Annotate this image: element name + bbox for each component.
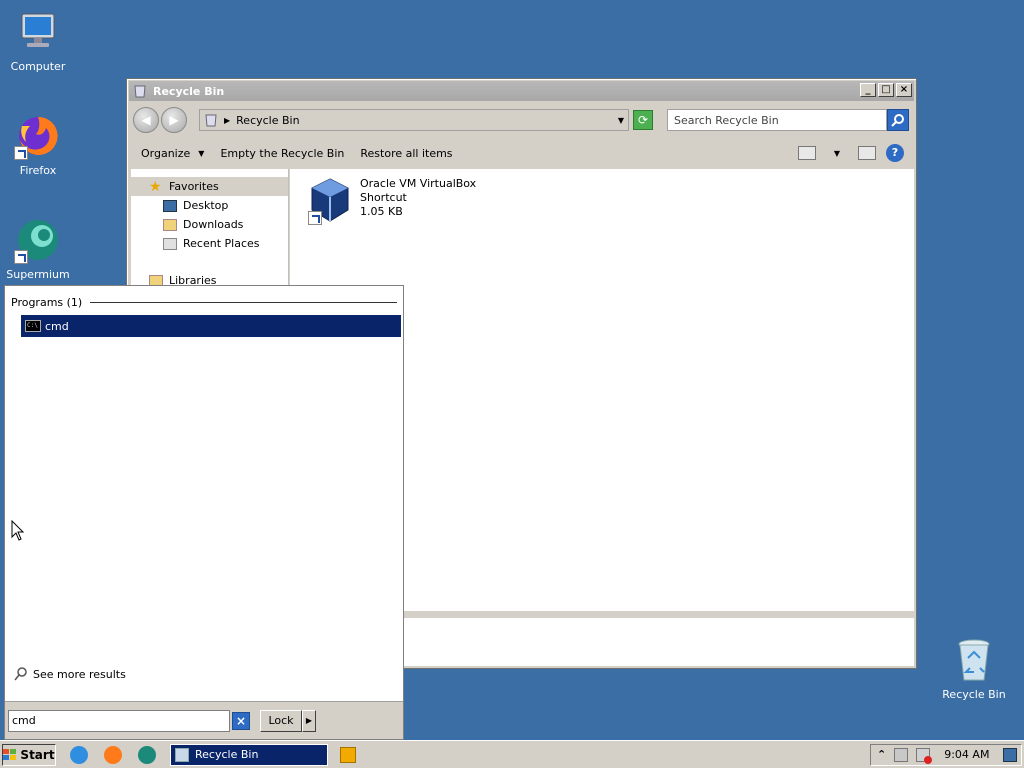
internet-explorer-icon[interactable] [70, 745, 88, 764]
window-title: Recycle Bin [153, 84, 225, 98]
desktop-icon-supermium[interactable]: Supermium [0, 216, 76, 281]
recycle-bin-icon [950, 636, 998, 684]
view-options-dropdown-icon[interactable]: ▼ [834, 149, 840, 158]
search-input[interactable]: Search Recycle Bin [667, 109, 887, 131]
supermium-icon [14, 216, 62, 264]
title-bar[interactable]: Recycle Bin _ □ × [129, 81, 914, 101]
start-menu[interactable]: Programs (1) C:\ cmd See more results cm… [4, 285, 404, 740]
nav-favorites[interactable]: ★ Favorites [131, 177, 288, 196]
desktop-icon-label: Supermium [6, 268, 70, 281]
group-header-label: Programs (1) [11, 296, 83, 309]
refresh-button[interactable]: ⟳ [633, 110, 653, 130]
clear-search-button[interactable]: × [232, 711, 250, 730]
star-icon: ★ [149, 178, 162, 195]
divider [90, 302, 397, 303]
preview-pane-icon[interactable] [858, 146, 876, 160]
recycle-bin-icon [175, 747, 189, 762]
file-item[interactable]: Oracle VM VirtualBox Shortcut 1.05 KB [308, 177, 476, 225]
search-result-cmd[interactable]: C:\ cmd [21, 315, 401, 337]
show-desktop-icon[interactable] [1003, 747, 1018, 762]
see-more-results-link[interactable]: See more results [13, 666, 126, 682]
start-label: Start [20, 747, 55, 762]
recycle-bin-icon [205, 114, 217, 127]
media-player-icon[interactable] [340, 746, 356, 763]
refresh-icon: ⟳ [637, 113, 649, 127]
supermium-icon[interactable] [138, 745, 156, 764]
shortcut-arrow-icon [308, 211, 322, 225]
empty-recycle-bin-button[interactable]: Empty the Recycle Bin [220, 147, 344, 160]
recycle-bin-icon [134, 85, 146, 98]
chevron-right-icon: ▶ [305, 715, 313, 725]
restore-all-button[interactable]: Restore all items [360, 147, 452, 160]
desktop-icon-label: Computer [10, 60, 66, 73]
close-button[interactable]: × [896, 83, 912, 97]
firefox-icon [14, 112, 62, 160]
network-icon[interactable] [894, 747, 909, 762]
search-button[interactable] [887, 109, 909, 131]
organize-menu[interactable]: Organize ▼ [141, 147, 204, 160]
desktop-icon-firefox[interactable]: Firefox [0, 112, 76, 177]
start-search-input[interactable]: cmd [8, 709, 230, 732]
start-button[interactable]: Start [2, 743, 56, 766]
downloads-folder-icon [163, 218, 177, 231]
forward-button[interactable]: ▶ [161, 107, 187, 133]
desktop-icon-label: Firefox [19, 164, 57, 177]
address-bar[interactable]: ▶ Recycle Bin ▼ [199, 109, 629, 131]
shutdown-options-button[interactable]: ▶ [302, 709, 316, 732]
quick-launch [70, 745, 156, 764]
clock[interactable]: 9:04 AM [944, 748, 989, 761]
address-row: ◀ ▶ ▶ Recycle Bin ▼ ⟳ Search Recycle Bin [129, 103, 914, 137]
task-label: Recycle Bin [195, 748, 259, 761]
search-icon [14, 667, 27, 681]
organize-label: Organize [141, 146, 191, 160]
nav-label: Favorites [169, 180, 219, 193]
desktop-icon-recycle-bin[interactable]: Recycle Bin [936, 636, 1012, 701]
recent-places-icon [163, 237, 177, 250]
nav-downloads[interactable]: Downloads [131, 215, 288, 234]
desktop-folder-icon [163, 199, 177, 212]
address-dropdown-icon[interactable]: ▼ [618, 116, 624, 125]
desktop-icon-computer[interactable]: Computer [0, 8, 76, 73]
windows-flag-icon [3, 748, 17, 760]
see-more-label: See more results [33, 667, 126, 681]
firefox-icon[interactable] [104, 745, 122, 764]
computer-icon [14, 8, 62, 56]
change-view-icon[interactable] [797, 146, 816, 160]
shortcut-arrow-icon [14, 250, 28, 264]
virtualbox-icon [308, 177, 352, 225]
back-arrow-icon: ◀ [141, 113, 151, 127]
maximize-button[interactable]: □ [878, 83, 894, 97]
lock-button[interactable]: Lock [260, 709, 302, 732]
nav-label: Desktop [183, 199, 229, 212]
programs-group-header: Programs (1) [11, 296, 397, 309]
mouse-cursor-icon [11, 520, 25, 541]
file-name: Oracle VM VirtualBox [360, 177, 477, 190]
chevron-down-icon: ▼ [198, 148, 205, 158]
breadcrumb-separator-icon[interactable]: ▶ [224, 116, 230, 125]
nav-label: Downloads [183, 218, 244, 231]
breadcrumb[interactable]: Recycle Bin [236, 114, 299, 127]
taskbar: Start Recycle Bin ⌃ 9:04 AM [0, 740, 1024, 768]
search-icon [891, 114, 904, 127]
forward-arrow-icon: ▶ [169, 113, 179, 127]
command-prompt-icon: C:\ [25, 320, 41, 332]
search-result-label: cmd [45, 319, 69, 333]
minimize-button[interactable]: _ [860, 83, 876, 97]
muted-indicator-icon [924, 755, 933, 764]
help-icon[interactable]: ? [886, 144, 904, 162]
file-type: Shortcut [360, 191, 407, 204]
start-search-bar: cmd × Lock ▶ [5, 701, 403, 739]
back-button[interactable]: ◀ [133, 107, 159, 133]
taskbar-button-recycle-bin[interactable]: Recycle Bin [170, 743, 328, 766]
command-bar: Organize ▼ Empty the Recycle Bin Restore… [129, 139, 914, 167]
nav-desktop[interactable]: Desktop [131, 196, 288, 215]
show-hidden-icons-button[interactable]: ⌃ [877, 748, 886, 761]
nav-recent-places[interactable]: Recent Places [131, 234, 288, 253]
desktop-icon-label: Recycle Bin [942, 688, 1006, 701]
volume-muted-icon[interactable] [916, 747, 933, 764]
shortcut-arrow-icon [14, 146, 28, 160]
file-size: 1.05 KB [360, 205, 403, 218]
nav-label: Recent Places [183, 237, 260, 250]
system-tray: ⌃ 9:04 AM [870, 743, 1022, 766]
